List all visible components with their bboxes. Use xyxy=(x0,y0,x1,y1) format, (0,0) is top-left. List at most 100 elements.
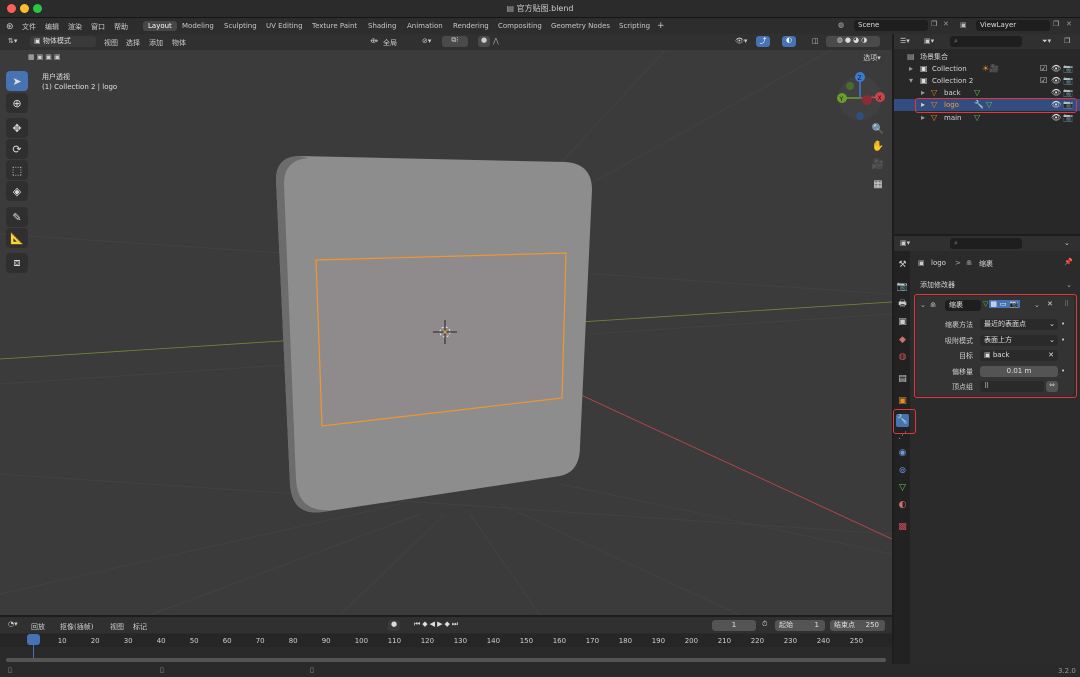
tab-rendering[interactable]: Rendering xyxy=(448,21,494,31)
invert-toggle-icon[interactable]: ⇔ xyxy=(1046,381,1058,392)
tab-texture-paint[interactable]: Texture Paint xyxy=(307,21,362,31)
navigation-gizmo[interactable]: Z Y X xyxy=(837,72,885,120)
remove-view-layer-icon[interactable]: ✕ xyxy=(1066,20,1072,28)
render-camera-icon[interactable]: 📷 xyxy=(1063,112,1073,124)
expand-arrow-icon[interactable]: ▸ xyxy=(909,63,913,75)
realtime-icon[interactable]: ▭ xyxy=(999,300,1009,308)
menu-select[interactable]: 选择 xyxy=(126,38,140,48)
pan-hand-icon[interactable]: ✋ xyxy=(870,141,886,157)
menu-markers[interactable]: 标记 xyxy=(133,622,147,632)
cursor-tool[interactable]: ⊕ xyxy=(6,93,28,113)
clear-icon[interactable]: ✕ xyxy=(1048,350,1054,361)
rotate-tool[interactable]: ⟳ xyxy=(6,139,28,159)
eye-icon[interactable]: 👁 xyxy=(1051,63,1061,75)
properties-editor-icon[interactable]: ▣▾ xyxy=(900,239,910,247)
frame-start-input[interactable]: 起始 1 xyxy=(775,620,825,631)
menu-playback[interactable]: 回放 xyxy=(31,622,45,632)
outliner-row-collection[interactable]: ▸ ▣ Collection ☀🎥 ☑ 👁 📷 xyxy=(894,63,1080,75)
visibility-icon[interactable]: 👁▾ xyxy=(735,37,747,45)
snap-mode-select[interactable]: 表面上方 ⌄ xyxy=(980,335,1058,346)
3d-viewport[interactable]: Z Y X xyxy=(0,34,892,615)
menu-file[interactable]: 文件 xyxy=(22,22,36,32)
tab-scripting[interactable]: Scripting xyxy=(614,21,655,31)
expand-arrow-icon[interactable]: ▸ xyxy=(921,112,925,124)
ortho-grid-icon[interactable]: ▦ xyxy=(870,179,886,195)
menu-keying[interactable]: 抠像(插帧) xyxy=(60,622,93,632)
tab-modeling[interactable]: Modeling xyxy=(177,21,219,31)
scale-tool[interactable]: ⬚ xyxy=(6,160,28,180)
playback-controls[interactable]: ⏮◆◀▶◆⏭ xyxy=(414,620,460,629)
material-tab-icon[interactable]: ◐ xyxy=(896,499,909,512)
output-tab-icon[interactable]: 🖶 xyxy=(896,298,909,311)
tab-compositing[interactable]: Compositing xyxy=(493,21,547,31)
playhead[interactable] xyxy=(27,634,40,645)
selection-mode-buttons[interactable]: ▦▣▣▣ xyxy=(28,53,86,63)
keyframe-dot-icon[interactable]: • xyxy=(1061,336,1065,344)
auto-key-record-button[interactable]: ● xyxy=(388,620,400,631)
physics-tab-icon[interactable]: ◉ xyxy=(896,447,909,460)
object-tab-icon[interactable]: ▣ xyxy=(896,395,909,408)
new-scene-icon[interactable]: ❐ xyxy=(931,20,937,28)
transform-tool[interactable]: ◈ xyxy=(6,181,28,201)
menu-edit[interactable]: 编辑 xyxy=(45,22,59,32)
pin-icon[interactable]: 📌 xyxy=(1064,258,1073,266)
eye-icon[interactable]: 👁 xyxy=(1051,75,1061,87)
cage-icon[interactable]: ▦ xyxy=(989,300,1000,308)
data-tab-icon[interactable]: ▽ xyxy=(896,482,909,495)
target-object-field[interactable]: ▣ back ✕ xyxy=(980,350,1058,361)
outliner-row-main[interactable]: ▸ ▽ main ▽ 👁 📷 xyxy=(894,112,1080,124)
tool-tab-icon[interactable]: ⚒ xyxy=(896,259,909,272)
stopwatch-icon[interactable]: ⏱ xyxy=(762,620,767,629)
collection-checkbox[interactable]: ☑ xyxy=(1040,75,1047,87)
add-modifier-dropdown[interactable]: 添加修改器 ⌄ xyxy=(916,279,1074,291)
view-layer-selector[interactable]: ViewLayer xyxy=(976,20,1050,31)
particles-tab-icon[interactable]: ⋰ xyxy=(896,430,909,443)
properties-search-input[interactable]: ⌕ xyxy=(950,238,1022,249)
render-camera-icon[interactable]: 📷 xyxy=(1063,63,1073,75)
expand-arrow-icon[interactable]: ▾ xyxy=(909,75,913,87)
zoom-icon[interactable]: 🔍 xyxy=(870,124,886,140)
properties-menu-icon[interactable]: ⌄ xyxy=(1064,239,1070,247)
move-tool[interactable]: ✥ xyxy=(6,118,28,138)
overlay-toggle[interactable]: ◐ xyxy=(782,36,796,47)
pivot-point-icon[interactable]: ⊘▾ xyxy=(422,37,431,45)
eye-icon[interactable]: 👁 xyxy=(1051,112,1061,124)
keyframe-dot-icon[interactable]: • xyxy=(1061,367,1065,375)
menu-view[interactable]: 视图 xyxy=(104,38,118,48)
tab-layout[interactable]: Layout xyxy=(143,21,177,31)
logo-object[interactable] xyxy=(315,252,567,427)
filter-icon[interactable]: ⏷▾ xyxy=(1042,37,1051,46)
wrap-method-select[interactable]: 最近的表面点 ⌄ xyxy=(980,319,1058,330)
options-button[interactable]: 选项▾ xyxy=(858,53,886,64)
modifier-visibility-toggles[interactable]: ▽▦ ▭ 📷 xyxy=(983,300,1031,311)
tab-sculpting[interactable]: Sculpting xyxy=(219,21,262,31)
measure-tool[interactable]: 📐 xyxy=(6,228,28,248)
menu-help[interactable]: 帮助 xyxy=(114,22,128,32)
modifier-dropdown-icon[interactable]: ⌄ xyxy=(1034,301,1040,309)
world-tab-icon[interactable]: ◍ xyxy=(896,351,909,364)
remove-modifier-icon[interactable]: ✕ xyxy=(1047,300,1053,308)
menu-object[interactable]: 物体 xyxy=(172,38,186,48)
xray-toggle[interactable]: ◫ xyxy=(812,37,819,45)
camera-view-icon[interactable]: 🎥 xyxy=(870,159,886,175)
texture-tab-icon[interactable]: ▩ xyxy=(896,521,909,534)
add-cube-tool[interactable]: ⧈ xyxy=(6,253,28,273)
mode-selector[interactable]: ▣ 物体模式 xyxy=(30,36,96,47)
tab-uv-editing[interactable]: UV Editing xyxy=(261,21,308,31)
menu-window[interactable]: 窗口 xyxy=(91,22,105,32)
offset-input[interactable]: 0.01 m xyxy=(980,366,1058,377)
collection-checkbox[interactable]: ☑ xyxy=(1040,63,1047,75)
render-icon[interactable]: 📷 xyxy=(1008,300,1021,308)
proportional-edit-toggle[interactable]: ● xyxy=(478,36,490,47)
modifier-name-input[interactable]: 缩裹 xyxy=(945,300,981,311)
select-box-tool[interactable]: ➤ xyxy=(6,71,28,91)
frame-end-input[interactable]: 结束点 250 xyxy=(830,620,885,631)
remove-scene-icon[interactable]: ✕ xyxy=(943,20,949,28)
shading-modes[interactable]: ◍●◕◑ xyxy=(826,36,880,47)
new-collection-icon[interactable]: ❐ xyxy=(1064,37,1070,45)
render-tab-icon[interactable]: 📷 xyxy=(896,281,909,294)
tab-animation[interactable]: Animation xyxy=(402,21,448,31)
menu-timeline-view[interactable]: 视图 xyxy=(110,622,124,632)
collapse-arrow-icon[interactable]: ⌄ xyxy=(920,301,926,309)
new-view-layer-icon[interactable]: ❐ xyxy=(1053,20,1059,28)
